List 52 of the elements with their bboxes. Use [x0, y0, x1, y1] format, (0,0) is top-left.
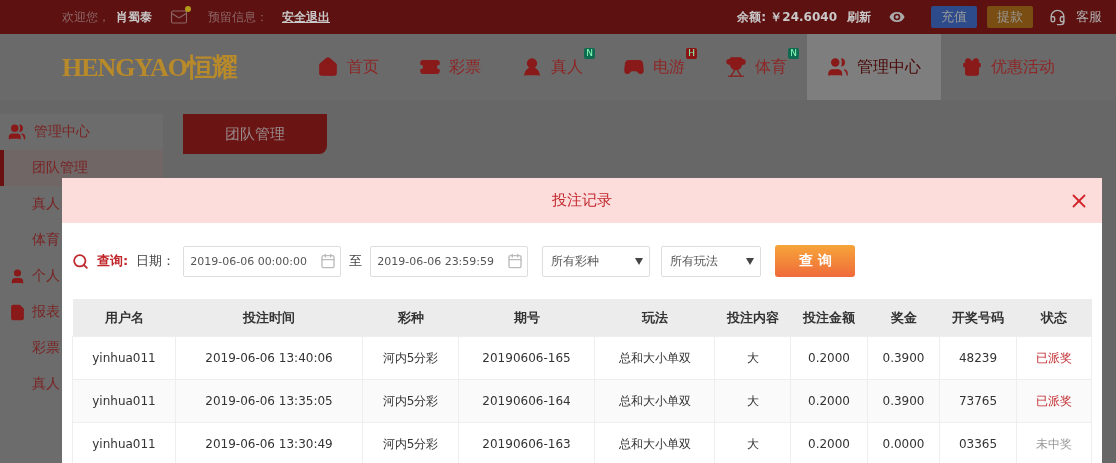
- column-header: 投注金额: [790, 299, 868, 337]
- table-cell: 大: [714, 379, 791, 423]
- table-cell: 2019-06-06 13:35:05: [175, 379, 363, 423]
- column-header: 投注时间: [175, 299, 363, 337]
- table-cell: yinhua011: [72, 422, 176, 463]
- table-cell: 0.2000: [790, 379, 868, 423]
- nav-badge: N: [788, 48, 799, 59]
- table-cell: 0.0000: [867, 422, 940, 463]
- column-header: 玩法: [594, 299, 715, 337]
- table-cell: 2019-06-06 13:40:06: [175, 336, 363, 380]
- welcome-text: 欢迎您，: [62, 8, 110, 26]
- table-cell: 总和大小单双: [594, 422, 715, 463]
- status-cell: 未中奖: [1016, 422, 1092, 463]
- to-label: 至: [349, 252, 363, 270]
- table-cell: 总和大小单双: [594, 379, 715, 423]
- table-cell: 0.3900: [867, 336, 940, 380]
- dialog-title: 投注记录: [552, 191, 612, 210]
- table-cell: 河内5分彩: [362, 422, 459, 463]
- table-cell: 总和大小单双: [594, 336, 715, 380]
- table-cell: 2019-06-06 13:30:49: [175, 422, 363, 463]
- table-cell: yinhua011: [72, 379, 176, 423]
- column-header: 期号: [458, 299, 595, 337]
- table-cell: 河内5分彩: [362, 379, 459, 423]
- table-cell: yinhua011: [72, 336, 176, 380]
- table-cell: 20190606-164: [458, 379, 595, 423]
- table-cell: 0.2000: [790, 422, 868, 463]
- table-cell: 48239: [939, 336, 1017, 380]
- table-cell: 河内5分彩: [362, 336, 459, 380]
- column-header: 状态: [1016, 299, 1092, 337]
- nav-badge: N: [584, 48, 595, 59]
- table-cell: 大: [714, 422, 791, 463]
- table-cell: 73765: [939, 379, 1017, 423]
- table-cell: 20190606-163: [458, 422, 595, 463]
- column-header: 投注内容: [714, 299, 791, 337]
- status-cell: 已派奖: [1016, 336, 1092, 380]
- message-label: 预留信息：: [208, 8, 268, 26]
- column-header: 用户名: [72, 299, 176, 337]
- balance-text: 余额: ￥24.6040: [737, 8, 837, 26]
- table-cell: 20190606-165: [458, 336, 595, 380]
- sidebar-title: 管理中心: [0, 114, 163, 150]
- nav-badge: H: [686, 48, 697, 59]
- table-cell: 0.2000: [790, 336, 868, 380]
- status-cell: 已派奖: [1016, 379, 1092, 423]
- table-cell: 0.3900: [867, 379, 940, 423]
- table-cell: 大: [714, 336, 791, 380]
- user-name: 肖蜀泰: [116, 8, 152, 26]
- column-header: 奖金: [867, 299, 940, 337]
- table-cell: 03365: [939, 422, 1017, 463]
- column-header: 开奖号码: [939, 299, 1017, 337]
- date-label: 日期：: [136, 252, 176, 270]
- query-label: 查询:: [97, 252, 129, 270]
- column-header: 彩种: [362, 299, 459, 337]
